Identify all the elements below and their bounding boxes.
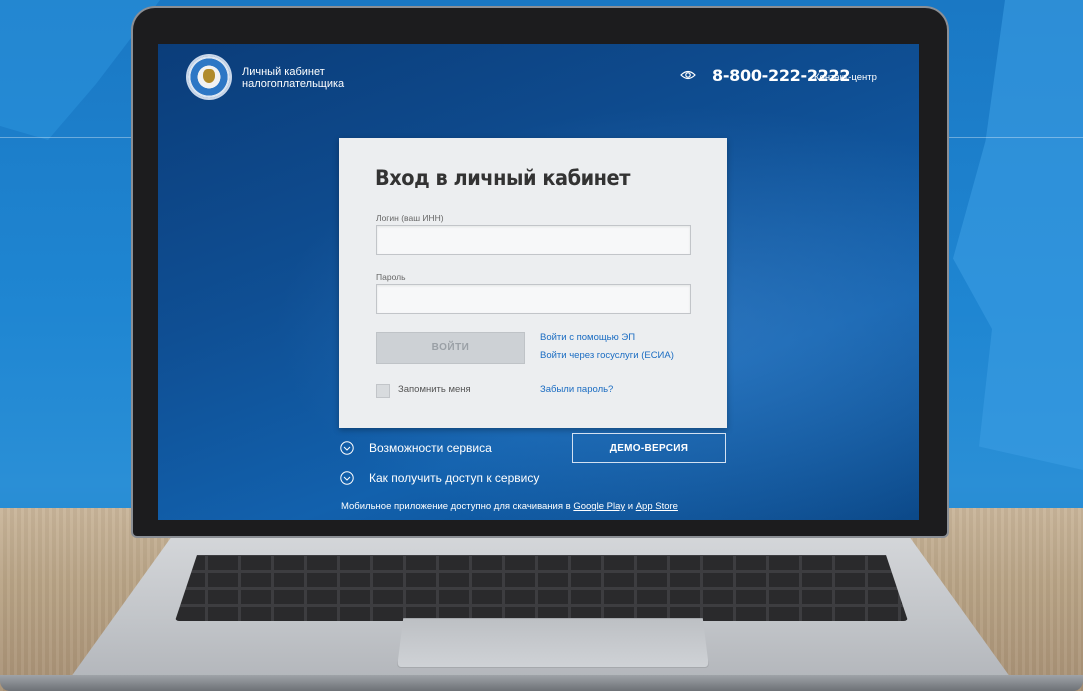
mobile-app-note: Мобильное приложение доступно для скачив… — [341, 501, 678, 512]
login-card: Вход в личный кабинет Логин (ваш ИНН) Па… — [339, 138, 727, 428]
google-play-link[interactable]: Google Play — [573, 501, 625, 512]
fns-logo[interactable] — [188, 56, 230, 98]
laptop-front-edge — [0, 675, 1083, 691]
mobile-and-text: и — [627, 501, 634, 512]
password-label: Пароль — [376, 272, 406, 282]
background-map-shape — [953, 0, 1083, 470]
access-service-link[interactable]: Как получить доступ к сервису — [369, 471, 539, 485]
chevron-down-circle-icon[interactable] — [340, 471, 354, 485]
ep-login-link[interactable]: Войти с помощью ЭП — [540, 332, 635, 343]
forgot-password-link[interactable]: Забыли пароль? — [540, 384, 613, 395]
password-input[interactable] — [376, 284, 691, 314]
laptop-base — [0, 515, 1083, 691]
app-store-link[interactable]: App Store — [636, 501, 678, 512]
eye-icon[interactable] — [680, 70, 696, 80]
login-button[interactable]: ВОЙТИ — [376, 332, 525, 364]
contact-center-link[interactable]: Контакт-центр — [814, 72, 877, 83]
site-title[interactable]: Личный кабинет налогоплательщика — [242, 66, 344, 90]
laptop-keyboard — [175, 555, 908, 621]
login-title: Вход в личный кабинет — [375, 166, 630, 190]
remember-checkbox[interactable] — [376, 384, 390, 398]
laptop-screen: Личный кабинет налогоплательщика 8-800-2… — [158, 44, 919, 520]
service-features-link[interactable]: Возможности сервиса — [369, 441, 492, 455]
demo-version-button[interactable]: ДЕМО-ВЕРСИЯ — [572, 433, 726, 463]
login-label: Логин (ваш ИНН) — [376, 213, 444, 223]
laptop-trackpad — [397, 618, 709, 668]
chevron-down-circle-icon[interactable] — [340, 441, 354, 455]
site-title-line1: Личный кабинет — [242, 66, 325, 78]
site-title-line2: налогоплательщика — [242, 78, 345, 90]
login-input[interactable] — [376, 225, 691, 255]
gosuslugi-login-link[interactable]: Войти через госуслуги (ЕСИА) — [540, 350, 674, 361]
mobile-app-text: Мобильное приложение доступно для скачив… — [341, 501, 571, 512]
remember-label: Запомнить меня — [398, 384, 471, 395]
